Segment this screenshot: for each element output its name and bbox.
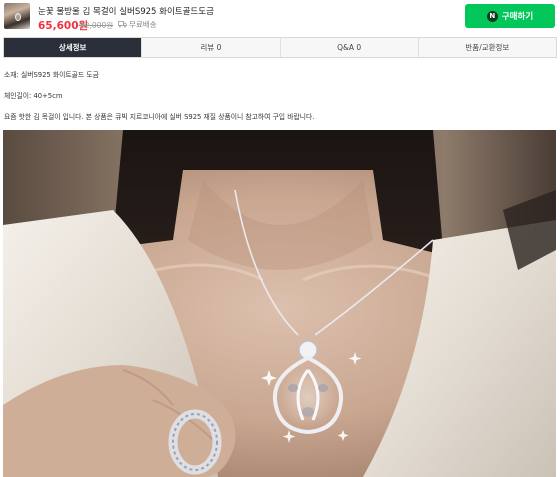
buy-button[interactable]: N 구매하기 [465, 4, 555, 28]
chain-length-info: 체인길이: 40+5cm [4, 92, 63, 100]
material-info: 소재: 실버S925 화이트골드 도금 [4, 71, 99, 79]
product-thumbnail[interactable] [4, 3, 30, 29]
pendant-thumbnail-icon [15, 13, 21, 21]
naver-pay-icon: N [486, 10, 498, 22]
product-photo [3, 130, 556, 477]
delivery-truck-icon [118, 21, 127, 28]
shipping-info: 무료배송 [129, 20, 157, 29]
tab-qna[interactable]: Q&A 0 [281, 38, 419, 57]
tab-reviews[interactable]: 리뷰 0 [142, 38, 281, 57]
product-header: 눈꽃 물방울 김 목걸이 실버S925 화이트골드도금 65,600원 82,0… [0, 0, 560, 36]
product-description: 요즘 핫한 김 목걸이 입니다. 본 상품은 큐빅 지르코니아에 실버 S925… [4, 113, 315, 121]
product-title: 눈꽃 물방울 김 목걸이 실버S925 화이트골드도금 [38, 7, 214, 17]
buy-button-label: 구매하기 [501, 12, 534, 22]
original-price: 82,000원 [80, 21, 114, 30]
product-tabs: 상세정보 리뷰 0 Q&A 0 반품/교환정보 [3, 37, 557, 58]
tab-return-exchange[interactable]: 반품/교환정보 [419, 38, 556, 57]
tab-details[interactable]: 상세정보 [4, 38, 143, 57]
